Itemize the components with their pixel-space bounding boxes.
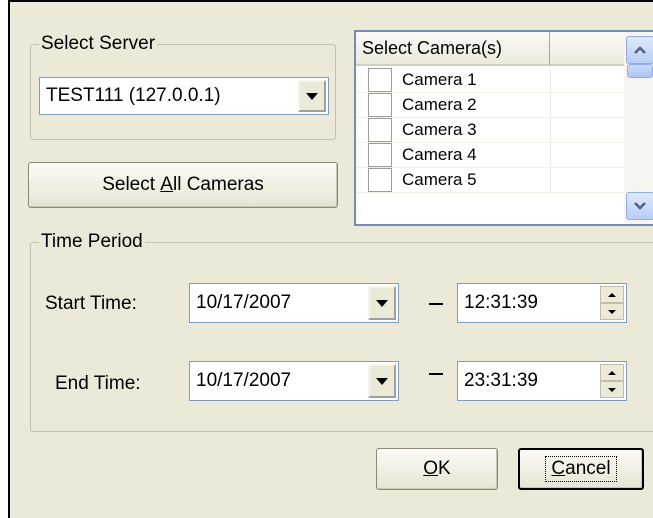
camera-3-label: Camera 3	[402, 120, 477, 139]
start-date-value: 10/17/2007	[196, 292, 292, 313]
camera-4-label: Camera 4	[402, 145, 477, 164]
scrollbar-thumb[interactable]	[627, 64, 653, 78]
column-header-empty[interactable]	[550, 32, 626, 66]
start-separator-dash	[429, 303, 443, 305]
column-divider	[550, 118, 551, 142]
column-divider	[550, 143, 551, 167]
start-time-value: 12:31:39	[464, 292, 538, 313]
spin-up-down-icon[interactable]	[600, 364, 624, 398]
chevron-down-icon[interactable]	[368, 364, 396, 398]
cancel-mnemonic: C	[551, 458, 566, 479]
chevron-down-icon[interactable]	[298, 80, 326, 112]
camera-list-scrollbar[interactable]	[624, 32, 653, 224]
camera-1-label: Camera 1	[402, 70, 477, 89]
select-all-cameras-button[interactable]: Select All Cameras	[28, 162, 338, 208]
camera-list[interactable]: Select Camera(s) Camera 1 Camera 2 Camer…	[354, 30, 653, 226]
column-divider	[550, 68, 551, 92]
column-header-select-cameras[interactable]: Select Camera(s)	[356, 32, 550, 66]
time-period-group: Time Period Start Time: 10/17/2007 12:31…	[30, 230, 653, 432]
ok-label-rest: K	[438, 458, 451, 479]
spin-up-button[interactable]	[600, 364, 624, 381]
camera-5-checkbox[interactable]	[368, 168, 392, 192]
list-item[interactable]: Camera 3	[356, 118, 626, 143]
select-all-label-pre: Select	[102, 174, 161, 195]
select-server-group: Select Server TEST111 (127.0.0.1)	[30, 32, 336, 140]
select-cameras-dialog: Select Server TEST111 (127.0.0.1) Select…	[8, 0, 653, 518]
start-time-field[interactable]: 12:31:39	[457, 283, 627, 323]
camera-1-checkbox[interactable]	[368, 68, 392, 92]
server-dropdown-value: TEST111 (127.0.0.1)	[46, 85, 221, 106]
end-time-label: End Time:	[55, 373, 141, 394]
list-item[interactable]: Camera 2	[356, 93, 626, 118]
camera-list-header: Select Camera(s)	[356, 32, 626, 66]
server-dropdown[interactable]: TEST111 (127.0.0.1)	[39, 77, 329, 115]
ok-button[interactable]: OK	[376, 448, 498, 490]
list-item[interactable]: Camera 1	[356, 68, 626, 93]
camera-3-checkbox[interactable]	[368, 118, 392, 142]
end-date-dropdown[interactable]: 10/17/2007	[189, 361, 399, 401]
end-time-value: 23:31:39	[464, 370, 538, 391]
end-time-field[interactable]: 23:31:39	[457, 361, 627, 401]
start-date-dropdown[interactable]: 10/17/2007	[189, 283, 399, 323]
spin-down-button[interactable]	[600, 303, 624, 320]
camera-4-checkbox[interactable]	[368, 143, 392, 167]
cancel-focus-rect: Cancel	[545, 456, 617, 482]
end-separator-dash	[429, 373, 443, 375]
camera-2-checkbox[interactable]	[368, 93, 392, 117]
select-all-label-post: ll Cameras	[172, 174, 264, 195]
camera-2-label: Camera 2	[402, 95, 477, 114]
scroll-down-icon[interactable]	[626, 192, 653, 220]
column-divider	[550, 93, 551, 117]
select-server-legend: Select Server	[39, 32, 158, 56]
ok-mnemonic: O	[423, 458, 439, 479]
list-item[interactable]: Camera 4	[356, 143, 626, 168]
scroll-up-icon[interactable]	[626, 36, 653, 64]
end-date-value: 10/17/2007	[196, 370, 292, 391]
select-all-label-mnemonic: A	[160, 174, 173, 195]
spin-up-button[interactable]	[600, 286, 624, 303]
spin-down-button[interactable]	[600, 381, 624, 398]
start-time-label: Start Time:	[45, 293, 137, 314]
camera-5-label: Camera 5	[402, 170, 477, 189]
column-header-label: Select Camera(s)	[362, 37, 503, 58]
column-divider	[550, 168, 551, 192]
list-item[interactable]: Camera 5	[356, 168, 626, 193]
cancel-label-rest: ancel	[565, 458, 611, 479]
cancel-button[interactable]: Cancel	[518, 448, 644, 490]
chevron-down-icon[interactable]	[368, 286, 396, 320]
time-period-legend: Time Period	[39, 230, 145, 254]
spin-up-down-icon[interactable]	[600, 286, 624, 320]
